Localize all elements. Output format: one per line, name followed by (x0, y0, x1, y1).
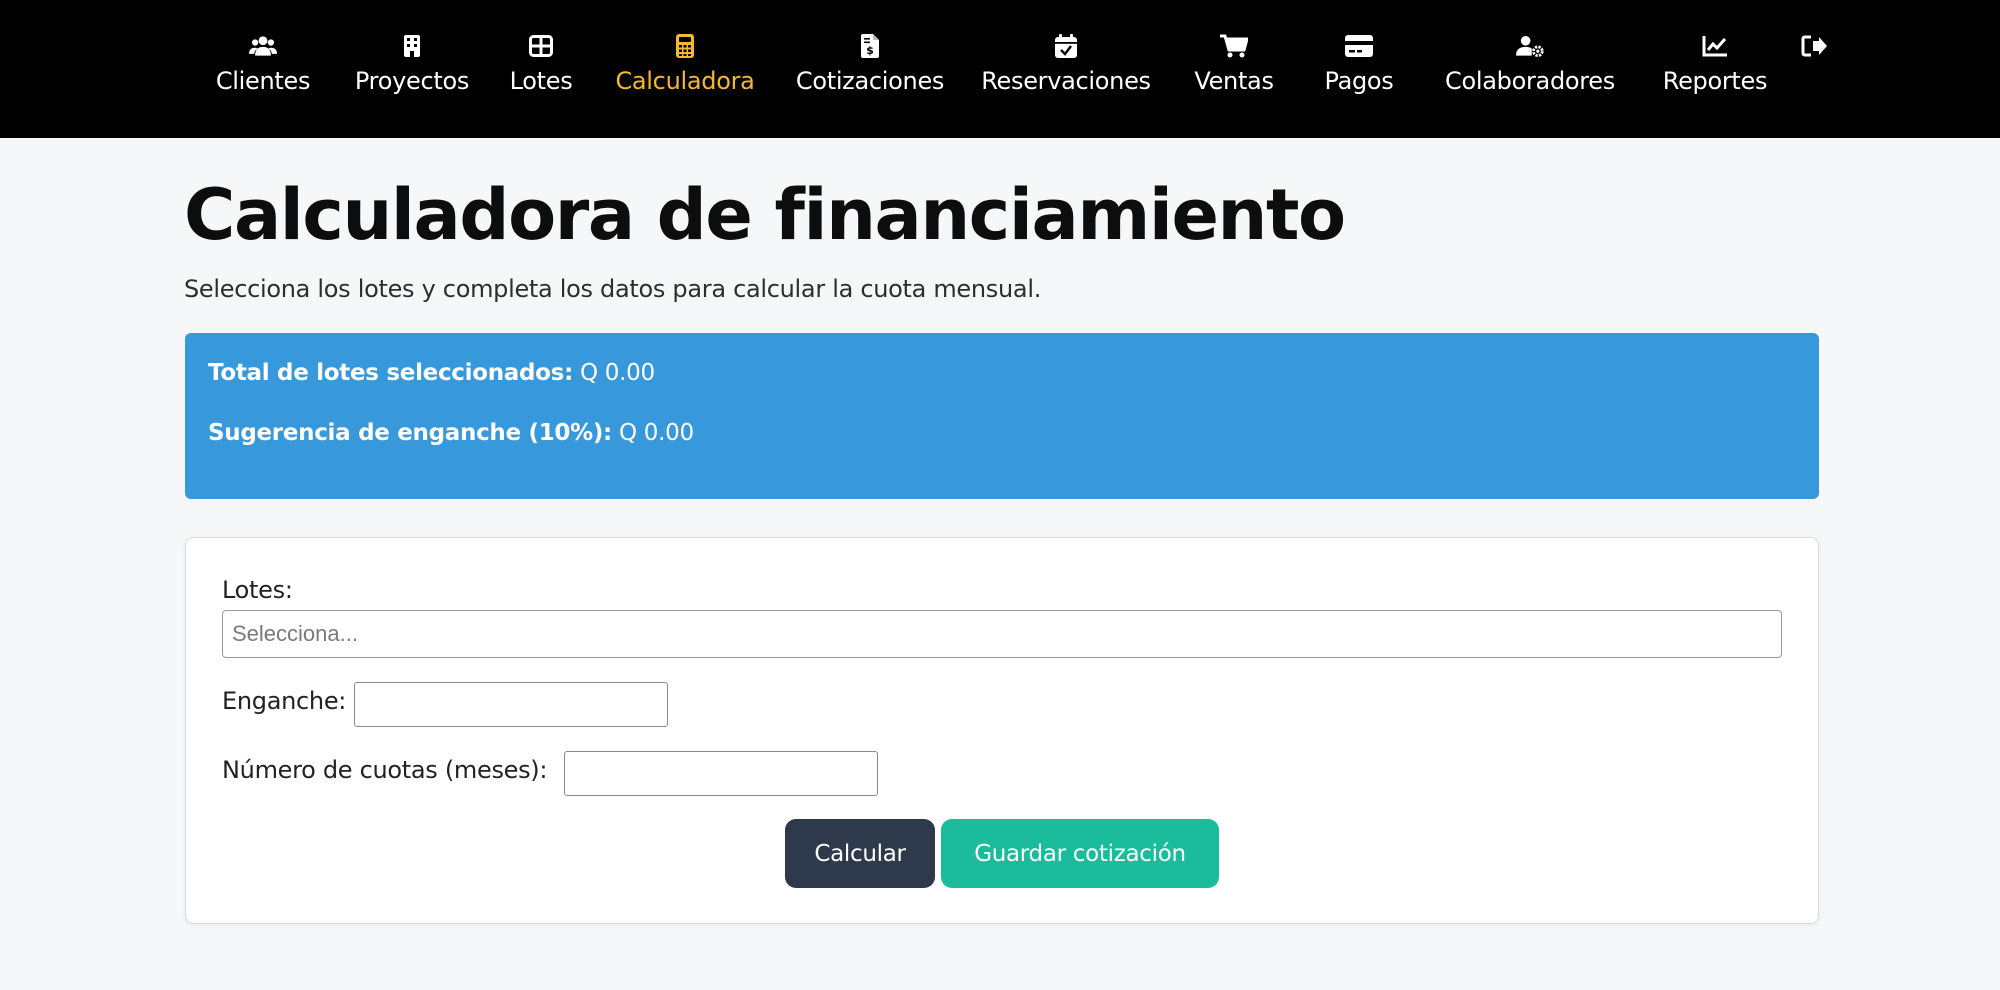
nav-item-calculadora[interactable]: Calculadora (608, 0, 762, 138)
nav-item-cotizaciones[interactable]: $ Cotizaciones (790, 0, 950, 138)
nav-item-reservaciones[interactable]: Reservaciones (976, 0, 1156, 138)
nav-item-colaboradores[interactable]: Colaboradores (1436, 0, 1624, 138)
down-payment-label: Sugerencia de enganche (10%): (208, 420, 612, 446)
cuotas-input[interactable] (564, 751, 878, 796)
nav-item-clientes[interactable]: Clientes (213, 0, 313, 138)
lotes-select[interactable]: Selecciona... (222, 610, 1782, 658)
nav-label: Reservaciones (981, 67, 1151, 95)
down-payment-summary: Sugerencia de enganche (10%): Q 0.00 (208, 418, 694, 448)
svg-text:$: $ (866, 44, 874, 57)
nav-label: Lotes (509, 67, 573, 95)
financing-form: Lotes: Selecciona... Enganche: Número de… (185, 537, 1819, 924)
summary-box: Total de lotes seleccionados: Q 0.00 Sug… (185, 333, 1819, 499)
nav-item-pagos[interactable]: Pagos (1313, 0, 1405, 138)
lotes-label: Lotes: (222, 576, 293, 604)
total-value: Q 0.00 (579, 360, 655, 386)
grid-icon (527, 31, 555, 61)
building-icon (398, 31, 426, 61)
nav-label: Colaboradores (1445, 67, 1615, 95)
nav-item-ventas[interactable]: Ventas (1184, 0, 1284, 138)
logout-icon (1800, 31, 1828, 61)
cuotas-label: Número de cuotas (meses): (222, 756, 548, 784)
top-navbar: Clientes Proyectos Lotes Calculadora $ C… (0, 0, 2000, 138)
nav-label: Reportes (1662, 67, 1768, 95)
total-label: Total de lotes seleccionados: (208, 360, 573, 386)
enganche-input[interactable] (354, 682, 668, 727)
nav-label: Cotizaciones (795, 67, 945, 95)
page-title: Calculadora de financiamiento (184, 174, 1346, 256)
calendar-check-icon (1052, 31, 1080, 61)
nav-label: Proyectos (354, 67, 470, 95)
nav-label: Pagos (1324, 67, 1394, 95)
users-icon (249, 31, 277, 61)
save-quote-button[interactable]: Guardar cotización (941, 819, 1219, 888)
lotes-placeholder: Selecciona... (232, 621, 358, 646)
logout-button[interactable] (1800, 0, 1828, 138)
invoice-dollar-icon: $ (856, 31, 884, 61)
nav-label: Calculadora (615, 67, 755, 95)
nav-label: Ventas (1194, 67, 1274, 95)
nav-item-lotes[interactable]: Lotes (506, 0, 576, 138)
calculate-button[interactable]: Calcular (785, 819, 935, 888)
calculator-icon (671, 31, 699, 61)
enganche-label: Enganche: (222, 687, 347, 715)
nav-item-proyectos[interactable]: Proyectos (352, 0, 472, 138)
user-gear-icon (1516, 31, 1544, 61)
credit-card-icon (1345, 31, 1373, 61)
cart-icon (1220, 31, 1248, 61)
line-chart-icon (1701, 31, 1729, 61)
total-summary: Total de lotes seleccionados: Q 0.00 (208, 358, 655, 388)
down-payment-value: Q 0.00 (618, 420, 694, 446)
page-subtitle: Selecciona los lotes y completa los dato… (184, 275, 1042, 303)
nav-label: Clientes (215, 67, 311, 95)
nav-item-reportes[interactable]: Reportes (1655, 0, 1775, 138)
